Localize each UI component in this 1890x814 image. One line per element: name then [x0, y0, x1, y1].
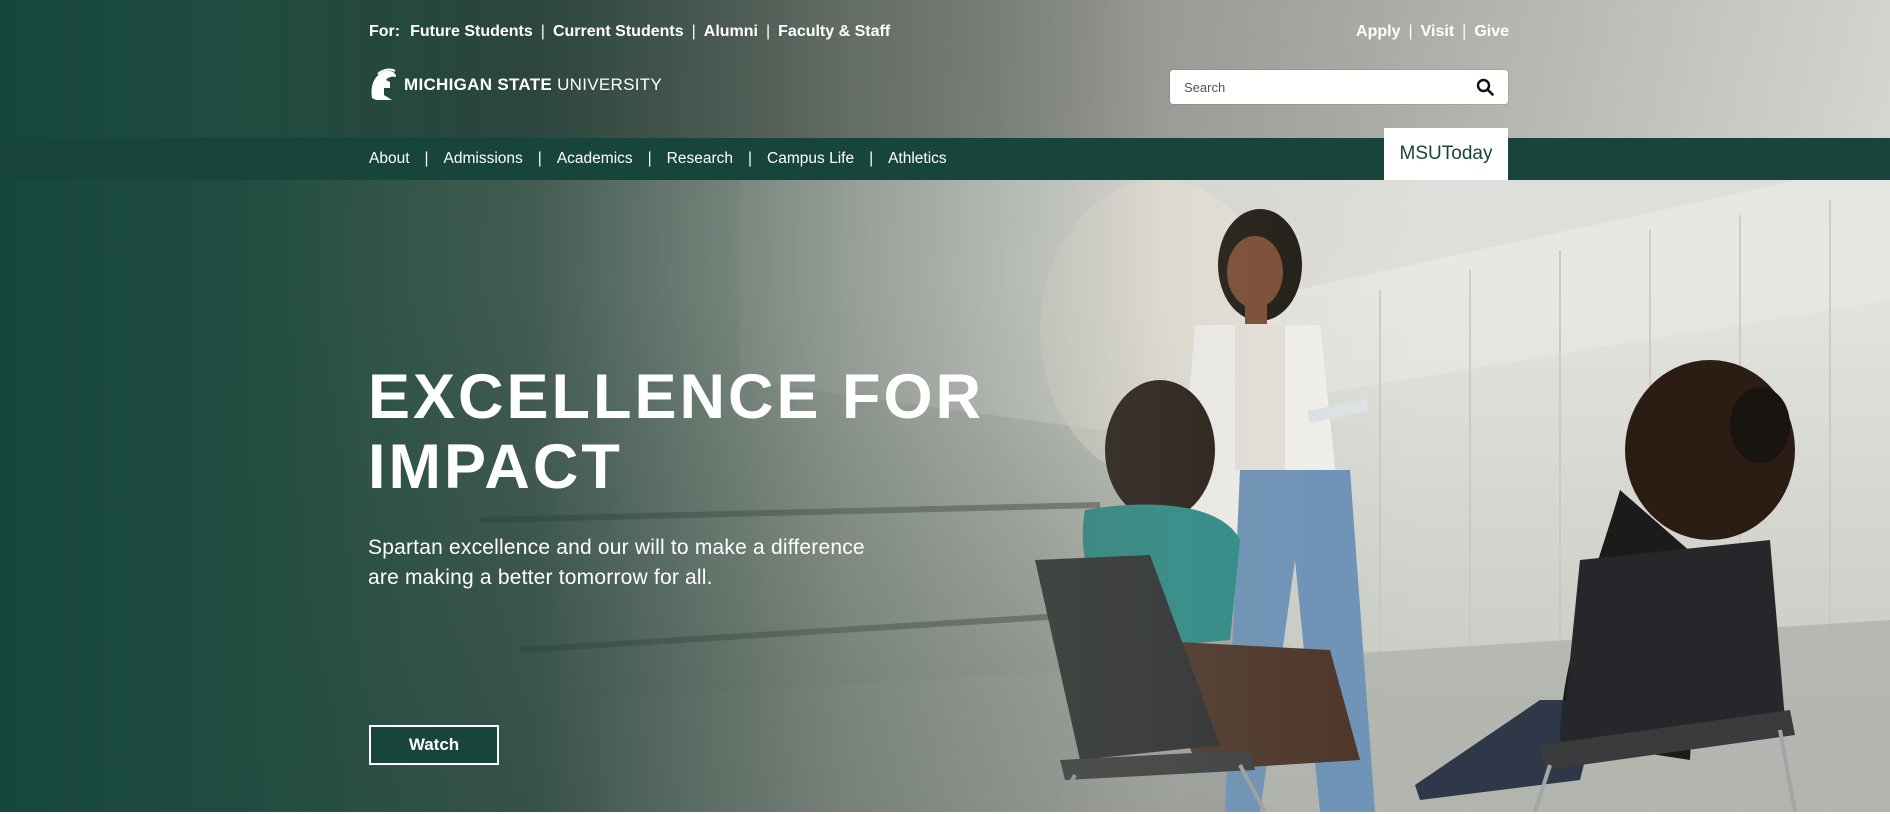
nav-item-research[interactable]: Research	[667, 150, 733, 168]
link-give[interactable]: Give	[1474, 23, 1509, 41]
audience-nav: For: Future Students | Current Students …	[369, 23, 890, 41]
audience-label: For:	[369, 23, 401, 40]
separator: |	[765, 23, 771, 40]
hero-title: EXCELLENCE FOR IMPACT	[368, 362, 1068, 502]
search-box	[1170, 70, 1508, 104]
hero-title-line-2: IMPACT	[368, 432, 623, 502]
link-apply[interactable]: Apply	[1356, 23, 1400, 41]
separator: |	[537, 150, 542, 167]
separator: |	[869, 150, 874, 167]
separator: |	[1408, 23, 1413, 40]
spartan-helmet-icon	[371, 68, 396, 100]
separator: |	[647, 150, 652, 167]
nav-item-admissions[interactable]: Admissions	[444, 150, 523, 168]
link-current-students[interactable]: Current Students	[553, 23, 684, 41]
hero-title-line-1: EXCELLENCE FOR	[368, 362, 985, 432]
nav-item-campus-life[interactable]: Campus Life	[767, 150, 854, 168]
link-alumni[interactable]: Alumni	[704, 23, 758, 41]
wordmark-bold: MICHIGAN STATE	[404, 75, 553, 94]
msutoday-link[interactable]: MSUToday	[1384, 128, 1508, 180]
nav-item-about[interactable]: About	[369, 150, 410, 168]
watch-button[interactable]: Watch	[369, 725, 499, 765]
link-future-students[interactable]: Future Students	[410, 23, 533, 41]
action-nav: Apply | Visit | Give	[1356, 23, 1509, 41]
nav-item-athletics[interactable]: Athletics	[888, 150, 947, 168]
link-visit[interactable]: Visit	[1421, 23, 1455, 41]
separator: |	[748, 150, 753, 167]
separator: |	[1462, 23, 1467, 40]
search-input[interactable]	[1184, 79, 1476, 95]
wordmark-light: UNIVERSITY	[557, 75, 663, 94]
main-nav: About | Admissions | Academics | Researc…	[0, 138, 1890, 180]
separator: |	[424, 150, 429, 167]
search-icon[interactable]	[1476, 78, 1494, 96]
hero-subtitle: Spartan excellence and our will to make …	[368, 536, 865, 589]
nav-item-academics[interactable]: Academics	[557, 150, 633, 168]
msu-logo-link[interactable]: MICHIGAN STATE UNIVERSITY	[368, 68, 662, 102]
page: For: Future Students | Current Students …	[0, 0, 1890, 814]
utility-nav: For: Future Students | Current Students …	[369, 22, 1509, 42]
link-faculty-staff[interactable]: Faculty & Staff	[778, 23, 890, 41]
separator: |	[691, 23, 696, 40]
separator: |	[540, 23, 545, 40]
university-wordmark: MICHIGAN STATE UNIVERSITY	[404, 75, 662, 95]
main-nav-items: About | Admissions | Academics | Researc…	[369, 138, 947, 180]
